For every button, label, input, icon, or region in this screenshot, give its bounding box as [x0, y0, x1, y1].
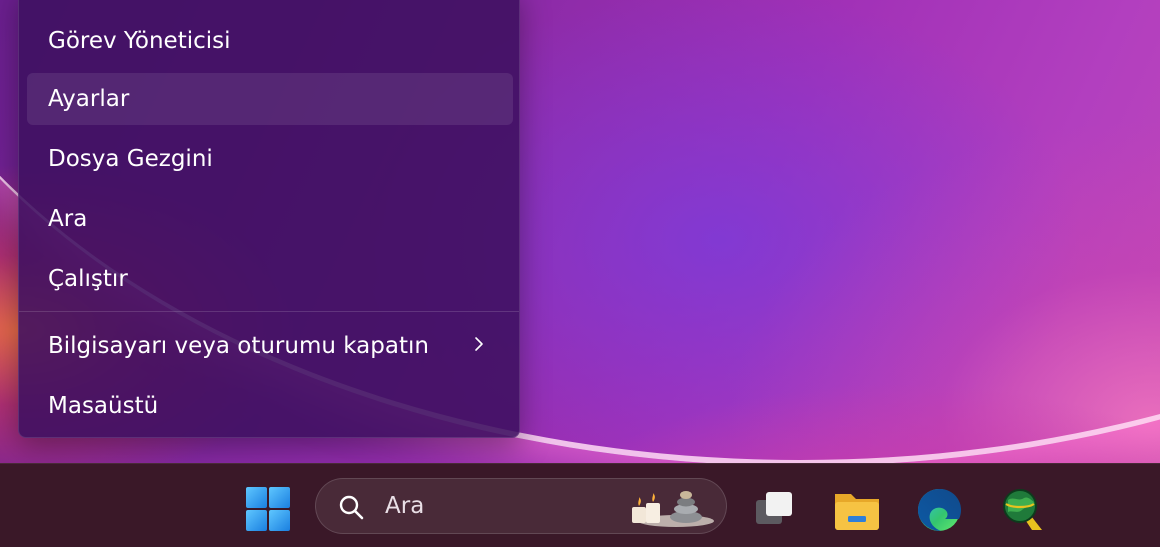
start-context-menu: Görev Yöneticisi Ayarlar Dosya Gezgini A…: [18, 0, 520, 438]
windows-logo-icon[interactable]: [246, 487, 290, 531]
menu-item-run[interactable]: Çalıştır: [27, 253, 513, 305]
menu-item-label: Dosya Gezgini: [48, 146, 213, 172]
menu-item-settings[interactable]: Ayarlar: [27, 73, 513, 125]
search-icon: [339, 495, 364, 520]
search-placeholder: Ara: [385, 493, 425, 519]
menu-divider: [19, 311, 519, 312]
candles-stones-icon[interactable]: [628, 485, 714, 529]
taskbar: Ara: [0, 463, 1160, 547]
edge-icon[interactable]: [915, 486, 963, 534]
file-explorer-icon[interactable]: [833, 486, 881, 534]
menu-item-shutdown-signout[interactable]: Bilgisayarı veya oturumu kapatın: [27, 320, 513, 372]
menu-item-label: Masaüstü: [48, 393, 159, 419]
menu-item-label: Görev Yöneticisi: [48, 28, 231, 54]
globe-app-icon[interactable]: [998, 486, 1046, 534]
menu-item-desktop[interactable]: Masaüstü: [27, 380, 513, 432]
menu-item-label: Ara: [48, 206, 88, 232]
menu-item-task-manager[interactable]: Görev Yöneticisi: [27, 15, 513, 67]
menu-item-label: Ayarlar: [48, 86, 130, 112]
menu-item-file-explorer[interactable]: Dosya Gezgini: [27, 133, 513, 185]
menu-item-label: Çalıştır: [48, 266, 128, 292]
menu-item-label: Bilgisayarı veya oturumu kapatın: [48, 333, 429, 359]
task-view-icon[interactable]: [750, 486, 798, 534]
desktop-wallpaper: Görev Yöneticisi Ayarlar Dosya Gezgini A…: [0, 0, 1160, 547]
menu-item-search[interactable]: Ara: [27, 193, 513, 245]
taskbar-search-box[interactable]: Ara: [315, 478, 727, 534]
chevron-right-icon: [475, 337, 483, 351]
